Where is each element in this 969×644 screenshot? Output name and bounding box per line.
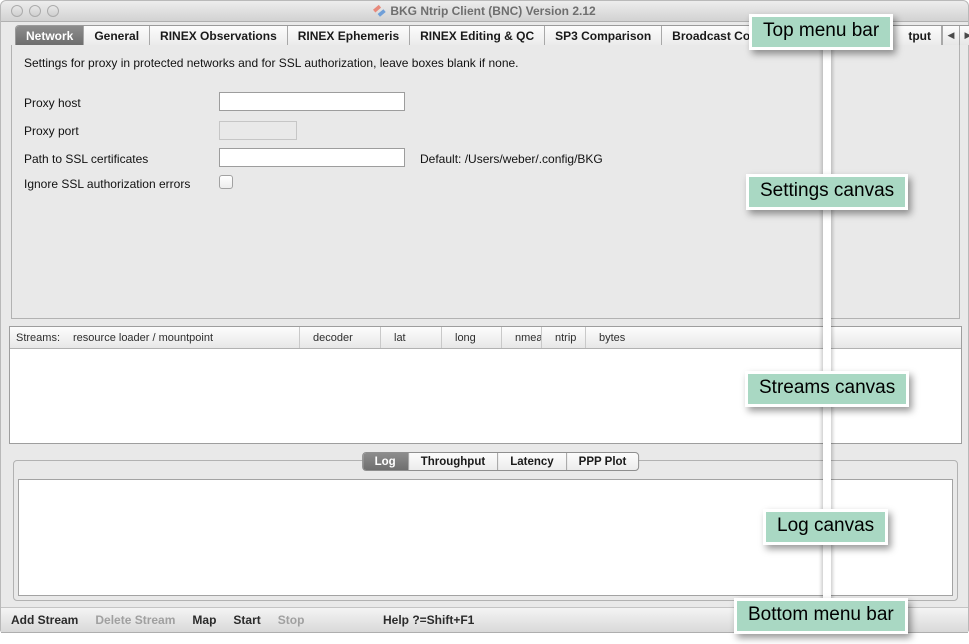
settings-description: Settings for proxy in protected networks… bbox=[24, 56, 519, 70]
bnc-app-icon bbox=[373, 4, 386, 17]
screenshot-stage: BKG Ntrip Client (BNC) Version 2.12 Netw… bbox=[0, 0, 969, 644]
annotation-top-menu-bar: Top menu bar bbox=[749, 14, 893, 50]
column-mountpoint: resource loader / mountpoint bbox=[73, 332, 213, 344]
tab-scroll-right-icon[interactable]: ▶ bbox=[959, 26, 969, 45]
ignore-ssl-checkbox[interactable] bbox=[219, 175, 233, 189]
column-nmea[interactable]: nmea bbox=[502, 327, 542, 348]
delete-stream-button: Delete Stream bbox=[95, 613, 175, 627]
ignore-ssl-label: Ignore SSL authorization errors bbox=[24, 177, 190, 191]
column-bytes[interactable]: bytes bbox=[586, 327, 961, 348]
log-tab-bar: Log Throughput Latency PPP Plot bbox=[362, 452, 640, 471]
start-button[interactable]: Start bbox=[233, 613, 260, 627]
help-shortcut-label: Help ?=Shift+F1 bbox=[383, 613, 474, 627]
tab-rinex-ephemeris[interactable]: RINEX Ephemeris bbox=[288, 26, 410, 45]
proxy-port-input bbox=[219, 121, 297, 140]
tab-latency[interactable]: Latency bbox=[498, 453, 566, 470]
proxy-port-label: Proxy port bbox=[24, 124, 79, 138]
ssl-path-label: Path to SSL certificates bbox=[24, 152, 148, 166]
tab-sp3-comparison[interactable]: SP3 Comparison bbox=[545, 26, 662, 45]
proxy-host-input[interactable] bbox=[219, 92, 405, 111]
tab-rinex-observations[interactable]: RINEX Observations bbox=[150, 26, 288, 45]
proxy-host-label: Proxy host bbox=[24, 96, 81, 110]
tab-throughput[interactable]: Throughput bbox=[409, 453, 499, 470]
streams-section-label: Streams: bbox=[16, 332, 60, 344]
column-ntrip[interactable]: ntrip bbox=[542, 327, 586, 348]
column-long[interactable]: long bbox=[442, 327, 502, 348]
annotation-streams-canvas: Streams canvas bbox=[745, 371, 909, 407]
tab-rinex-editing-qc[interactable]: RINEX Editing & QC bbox=[410, 26, 545, 45]
column-decoder[interactable]: decoder bbox=[300, 327, 381, 348]
ssl-default-hint: Default: /Users/weber/.config/BKG bbox=[420, 152, 603, 166]
streams-header-row: Streams: resource loader / mountpoint de… bbox=[10, 327, 961, 349]
streams-header-mountpoint[interactable]: Streams: resource loader / mountpoint bbox=[10, 327, 300, 348]
ssl-path-input[interactable] bbox=[219, 148, 405, 167]
map-button[interactable]: Map bbox=[192, 613, 216, 627]
tab-ppp-plot[interactable]: PPP Plot bbox=[567, 453, 639, 470]
add-stream-button[interactable]: Add Stream bbox=[11, 613, 78, 627]
tab-network[interactable]: Network bbox=[16, 26, 84, 45]
tab-log[interactable]: Log bbox=[363, 453, 409, 470]
stop-button: Stop bbox=[278, 613, 305, 627]
tab-scroll-left-icon[interactable]: ◀ bbox=[942, 26, 959, 45]
annotation-bottom-menu-bar: Bottom menu bar bbox=[734, 598, 908, 634]
window-title-text: BKG Ntrip Client (BNC) Version 2.12 bbox=[390, 4, 595, 18]
tab-general[interactable]: General bbox=[84, 26, 150, 45]
column-lat[interactable]: lat bbox=[381, 327, 442, 348]
annotation-log-canvas: Log canvas bbox=[763, 509, 888, 545]
annotation-settings-canvas: Settings canvas bbox=[746, 174, 908, 210]
